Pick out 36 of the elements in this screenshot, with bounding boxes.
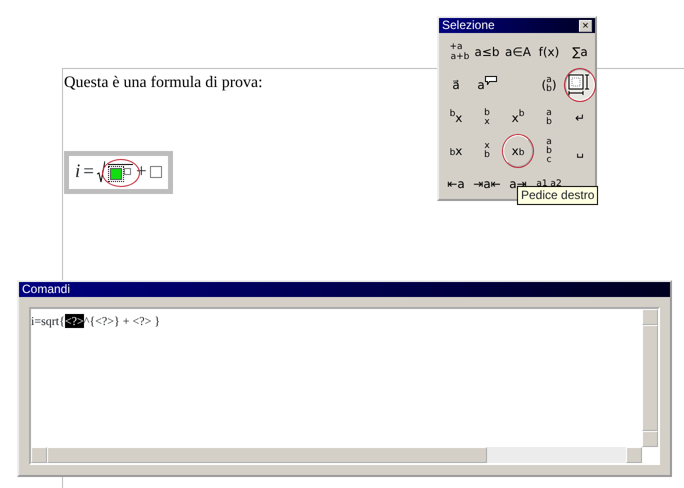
- symbol-button[interactable]: x$^{b}$: [503, 102, 533, 134]
- symbol-button[interactable]: [565, 69, 595, 101]
- symbol-button[interactable]: a⃗: [441, 69, 471, 101]
- symbol-button[interactable]: ↵: [565, 102, 595, 134]
- vertical-scrollbar[interactable]: [642, 309, 658, 447]
- symbol-button[interactable]: x$_{b}$: [503, 135, 533, 167]
- symbol-button[interactable]: $_{b}$x: [441, 135, 471, 167]
- symbol-button[interactable]: a b c: [534, 135, 564, 167]
- symbol-button[interactable]: a: [472, 69, 502, 101]
- horizontal-scrollbar[interactable]: [31, 447, 642, 463]
- equals-sign: =: [83, 160, 94, 184]
- formula-variable: i: [75, 160, 80, 184]
- symbol-button[interactable]: a∈A: [503, 36, 533, 68]
- symbol-button[interactable]: a b: [534, 102, 564, 134]
- symbol-button[interactable]: ⇤a: [441, 168, 471, 200]
- symbol-button[interactable]: b x: [472, 102, 502, 134]
- placeholder-box[interactable]: [150, 166, 162, 178]
- radical-sign-icon: [97, 161, 105, 184]
- placeholder-box[interactable]: [124, 168, 131, 176]
- command-text-field[interactable]: i=sqrt{<?>^{<?>} + <?> }: [31, 309, 160, 330]
- tooltip: Pedice destro: [517, 186, 598, 205]
- symbol-button[interactable]: ⇥a⇤: [472, 168, 502, 200]
- frame-format-icon: [568, 74, 592, 96]
- symbol-button[interactable]: ∑a: [565, 36, 595, 68]
- symbol-button[interactable]: +a a+b: [441, 36, 471, 68]
- symbol-button[interactable]: x b: [472, 135, 502, 167]
- placeholder-box[interactable]: [110, 168, 122, 180]
- symbol-button[interactable]: f(x): [534, 36, 564, 68]
- symbol-button[interactable]: $^{b}$x: [441, 102, 471, 134]
- speech-bubble-icon: [484, 76, 497, 85]
- symbol-button[interactable]: ␣: [565, 135, 595, 167]
- window-title: Selezione: [442, 18, 495, 33]
- close-button[interactable]: ×: [579, 20, 592, 32]
- symbol-button[interactable]: a≤b: [472, 36, 502, 68]
- window-title: Comandi: [22, 282, 70, 297]
- document-text: Questa è una formula di prova:: [64, 74, 263, 92]
